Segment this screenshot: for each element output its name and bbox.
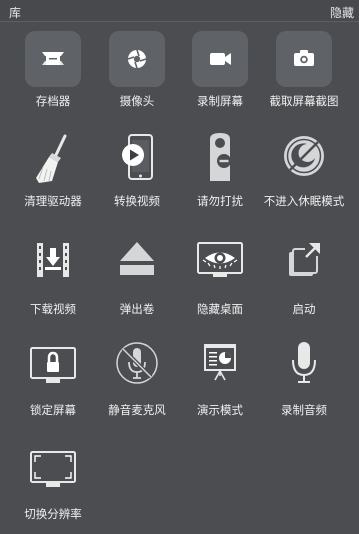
item-webcam[interactable]: 摄像头 [93, 31, 181, 109]
broom-icon [25, 131, 81, 187]
item-archiver[interactable]: 存档器 [9, 31, 97, 109]
item-record-audio[interactable]: 录制音频 [260, 340, 348, 418]
camera-icon [276, 31, 332, 87]
item-mute-mic[interactable]: 静音麦克风 [93, 340, 181, 418]
item-label: 弹出卷 [119, 302, 155, 316]
item-label: 锁定屏幕 [30, 403, 76, 417]
library-header: 库 隐藏 [0, 0, 359, 22]
item-convert-video[interactable]: 转换视频 [93, 131, 181, 209]
item-label: 录制音频 [281, 403, 327, 417]
item-presentation-mode[interactable]: 演示模式 [176, 340, 264, 418]
microphone-icon [276, 340, 332, 396]
video-camera-icon [192, 31, 248, 87]
archive-box-icon [25, 31, 81, 87]
lock-monitor-icon [25, 340, 81, 396]
item-launch[interactable]: 启动 [260, 239, 348, 317]
item-label: 存档器 [35, 94, 71, 108]
film-download-icon [25, 239, 81, 295]
presentation-icon [192, 340, 248, 396]
item-clean-drive[interactable]: 清理驱动器 [9, 131, 97, 209]
item-label: 演示模式 [197, 403, 243, 417]
launch-window-icon [276, 239, 332, 295]
item-label: 转换视频 [114, 194, 160, 208]
item-label: 摄像头 [119, 94, 155, 108]
item-do-not-disturb[interactable]: 请勿打扰 [176, 131, 264, 209]
mute-microphone-icon [109, 340, 165, 396]
item-lock-screen[interactable]: 锁定屏幕 [9, 340, 97, 418]
item-label: 请勿打扰 [197, 194, 243, 208]
item-record-screen[interactable]: 录制屏幕 [176, 31, 264, 109]
item-label: 切换分辨率 [24, 507, 82, 521]
phone-play-icon [109, 131, 165, 187]
item-label: 静音麦克风 [108, 403, 166, 417]
item-eject-volume[interactable]: 弹出卷 [93, 239, 181, 317]
item-label: 启动 [292, 302, 316, 316]
item-label: 清理驱动器 [24, 194, 82, 208]
item-download-video[interactable]: 下载视频 [9, 239, 97, 317]
item-no-sleep[interactable]: 不进入休眠模式 [260, 131, 348, 209]
aperture-icon [109, 31, 165, 87]
item-label: 隐藏桌面 [197, 302, 243, 316]
item-label: 录制屏幕 [197, 94, 243, 108]
item-label: 下载视频 [30, 302, 76, 316]
item-label: 截取屏幕截图 [269, 94, 339, 108]
library-panel: 库 隐藏 存档器 摄像头 录制屏幕 截取屏幕截图 清理驱动器 转换视频 请勿打扰… [0, 0, 359, 534]
eject-icon [109, 239, 165, 295]
door-hanger-icon [192, 131, 248, 187]
moon-icon [276, 131, 332, 187]
item-label: 不进入休眠模式 [263, 194, 345, 208]
library-title: 库 [9, 6, 22, 20]
hide-button[interactable]: 隐藏 [330, 4, 354, 21]
item-screenshot[interactable]: 截取屏幕截图 [260, 31, 348, 109]
eye-monitor-icon [192, 239, 248, 295]
item-switch-resolution[interactable]: 切换分辨率 [9, 444, 97, 522]
item-hide-desktop[interactable]: 隐藏桌面 [176, 239, 264, 317]
resolution-monitor-icon [25, 444, 81, 500]
